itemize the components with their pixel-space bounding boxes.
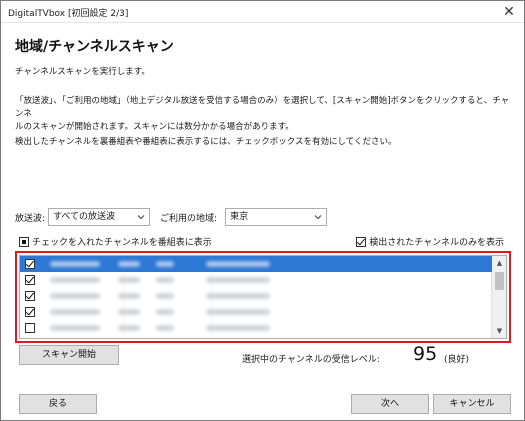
channel-list[interactable]: ▲ ▼ [19, 255, 507, 339]
next-button[interactable]: 次へ [351, 394, 429, 414]
channel-cell-obscured [118, 261, 140, 267]
channel-row[interactable] [20, 272, 492, 288]
only-detected-option[interactable]: 検出されたチャンネルのみを表示 [356, 235, 504, 248]
chevron-down-icon[interactable]: ▼ [492, 324, 506, 338]
show-in-guide-label: チェックを入れたチャンネルを番組表に表示 [32, 238, 212, 248]
channel-checkbox[interactable] [25, 275, 35, 285]
signal-level-quality: (良好) [444, 355, 470, 365]
channel-checkbox[interactable] [25, 291, 35, 301]
channel-cell-obscured [206, 261, 270, 267]
page-description: 「放送波」、「ご利用の地域」（地上デジタル放送を受信する場合のみ）を選択して、[… [15, 95, 510, 134]
channel-cell-obscured [118, 325, 140, 331]
channel-checkbox[interactable] [25, 259, 35, 269]
page-description-2: 検出したチャンネルを裏番組表や番組表に表示するには、チェックボックスを有効にして… [15, 137, 397, 147]
page-title: 地域/チャンネルスキャン [15, 39, 174, 55]
channel-cell-obscured [50, 261, 100, 267]
cancel-button[interactable]: キャンセル [433, 394, 511, 414]
channel-checkbox[interactable] [25, 307, 35, 317]
dialog-window: DigitalTVbox [初回設定 2/3] ✕ 地域/チャンネルスキャン チ… [0, 0, 525, 421]
description-line-2: ルのスキャンが開始されます。スキャンには数分かかる場合があります。 [15, 122, 294, 132]
chevron-down-icon [137, 215, 145, 220]
channel-cell-obscured [156, 261, 174, 267]
signal-level-label: 選択中のチャンネルの受信レベル: [242, 355, 380, 365]
only-detected-checkbox[interactable] [356, 236, 367, 247]
channel-cell-obscured [156, 309, 174, 315]
channel-cell-obscured [118, 309, 140, 315]
channel-cell-obscured [50, 293, 100, 299]
chevron-up-icon[interactable]: ▲ [492, 256, 506, 270]
channel-row[interactable] [20, 256, 492, 272]
chevron-down-icon [314, 215, 322, 220]
only-detected-label: 検出されたチャンネルのみを表示 [369, 238, 504, 248]
broadcast-label: 放送波: [15, 213, 46, 224]
description-line-1: 「放送波」、「ご利用の地域」（地上デジタル放送を受信する場合のみ）を選択して、[… [15, 96, 510, 119]
channel-cell-obscured [50, 277, 100, 283]
channel-cell-obscured [206, 293, 270, 299]
region-select[interactable]: 東京 [225, 208, 328, 226]
channel-row[interactable] [20, 320, 492, 336]
channel-cell-obscured [156, 277, 174, 283]
close-button[interactable]: ✕ [494, 1, 524, 23]
show-in-guide-option[interactable]: チェックを入れたチャンネルを番組表に表示 [19, 235, 212, 248]
region-label: ご利用の地域: [160, 213, 218, 224]
broadcast-select[interactable]: すべての放送波 [48, 208, 151, 226]
channel-list-highlight: ▲ ▼ [15, 251, 511, 343]
channel-cell-obscured [206, 277, 270, 283]
back-button[interactable]: 戻る [19, 394, 97, 414]
channel-cell-obscured [206, 325, 270, 331]
scrollbar-thumb[interactable] [495, 272, 504, 290]
show-in-guide-checkbox[interactable] [19, 236, 29, 247]
region-select-value: 東京 [230, 212, 249, 222]
filter-row: 放送波: すべての放送波 ご利用の地域: 東京 [15, 207, 328, 227]
channel-list-scrollbar[interactable]: ▲ ▼ [491, 256, 506, 338]
broadcast-select-value: すべての放送波 [53, 212, 116, 222]
channel-row[interactable] [20, 288, 492, 304]
title-bar: DigitalTVbox [初回設定 2/3] ✕ [1, 1, 524, 23]
channel-cell-obscured [206, 309, 270, 315]
channel-cell-obscured [118, 293, 140, 299]
scan-start-button[interactable]: スキャン開始 [19, 345, 119, 365]
channel-checkbox[interactable] [25, 323, 35, 333]
channel-cell-obscured [118, 277, 140, 283]
page-subtitle: チャンネルスキャンを実行します。 [15, 67, 150, 77]
window-title: DigitalTVbox [初回設定 2/3] [8, 9, 129, 19]
channel-cell-obscured [50, 325, 100, 331]
signal-level-value: 95 [413, 343, 438, 365]
channel-cell-obscured [156, 325, 174, 331]
channel-row[interactable] [20, 304, 492, 320]
channel-cell-obscured [156, 293, 174, 299]
options-row: チェックを入れたチャンネルを番組表に表示 検出されたチャンネルのみを表示 [19, 234, 509, 250]
channel-cell-obscured [50, 309, 100, 315]
